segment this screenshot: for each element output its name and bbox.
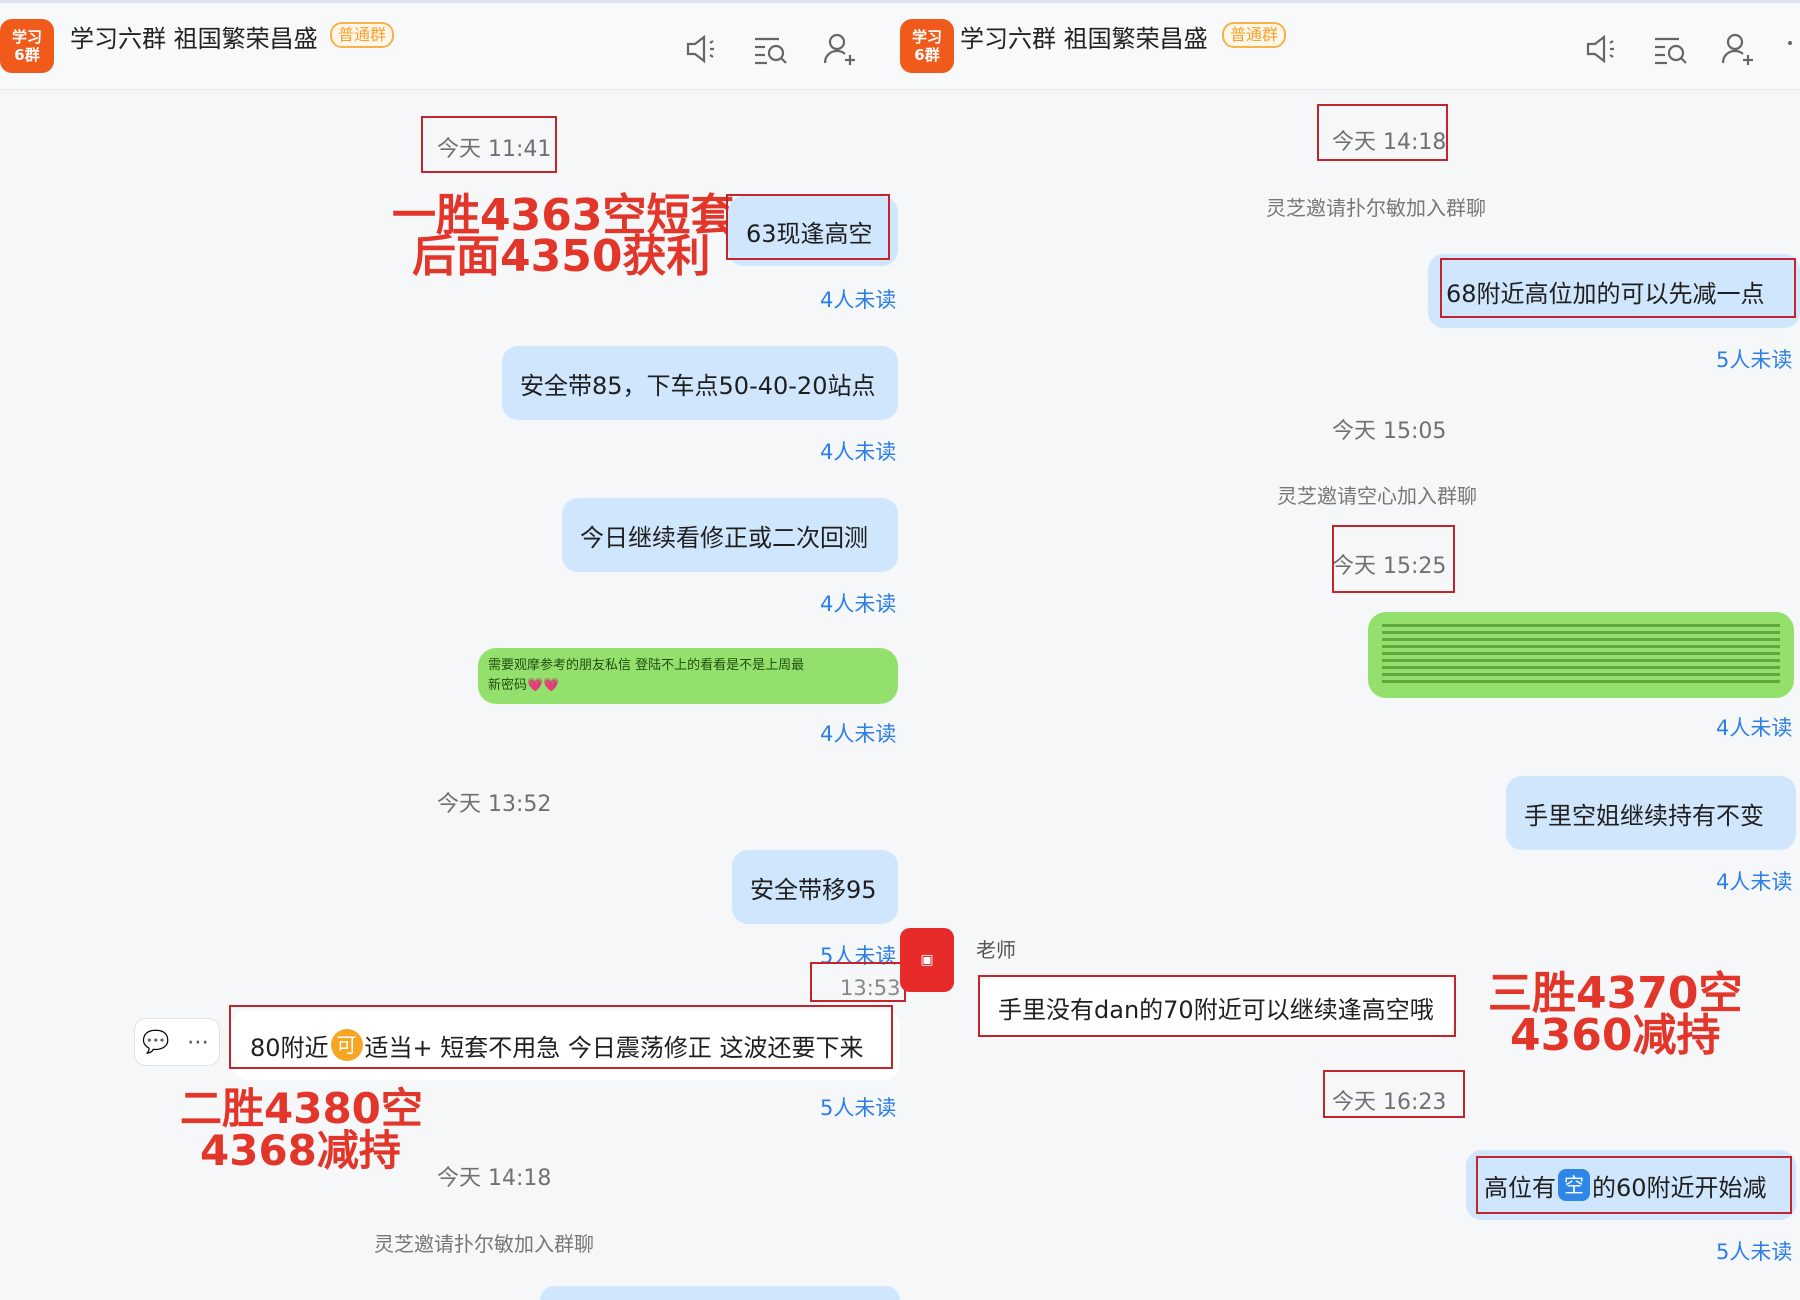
add-user-icon[interactable] — [820, 29, 860, 69]
highlight-box — [1317, 104, 1448, 161]
group-avatar[interactable]: 学习 6群 — [900, 19, 954, 73]
sender-avatar-image: ▣ — [920, 952, 934, 968]
message-text-small: 需要观摩参考的朋友私信 登陆不上的看看是不是上周最 新密码💗💗 — [488, 656, 804, 696]
heart-emoji: 💗💗 — [527, 678, 560, 693]
message-bubble[interactable]: 手里空姐继续持有不变 — [1506, 776, 1796, 850]
unread-count[interactable]: 5人未读 — [820, 1092, 896, 1122]
message-text-line: 需要观摩参考的朋友私信 登陆不上的看看是不是上周最 — [488, 658, 805, 673]
message-bubble[interactable]: 今日继续看修正或二次回测 — [562, 498, 898, 572]
unread-count[interactable]: 4人未读 — [820, 284, 896, 314]
unread-count[interactable]: 4人未读 — [820, 436, 896, 466]
highlight-box — [1323, 1070, 1465, 1118]
system-message: 灵芝邀请空心加入群聊 — [1277, 484, 1477, 508]
message-bubble-image[interactable] — [1368, 612, 1794, 698]
message-text-dense — [1382, 624, 1780, 683]
unread-count[interactable]: 4人未读 — [820, 718, 896, 748]
group-avatar-text: 学习 — [11, 28, 42, 46]
group-type-tag: 普通群 — [1222, 22, 1287, 48]
speaker-muted-icon[interactable] — [682, 29, 722, 69]
highlight-box — [1440, 258, 1796, 318]
system-message: 灵芝邀请扑尔敏加入群聊 — [1266, 196, 1486, 220]
system-message: 灵芝邀请扑尔敏加入群聊 — [374, 1232, 594, 1256]
message-text: 安全带移95 — [750, 875, 877, 904]
sender-name[interactable]: 老师 — [976, 934, 1016, 963]
highlight-box — [421, 116, 557, 173]
unread-count[interactable]: 4人未读 — [1716, 712, 1792, 742]
search-list-icon[interactable] — [1650, 29, 1690, 69]
message-bubble-image[interactable]: 需要观摩参考的朋友私信 登陆不上的看看是不是上周最 新密码💗💗 — [478, 648, 898, 704]
group-avatar-text: 6群 — [914, 46, 940, 64]
timestamp: 今天 14:18 — [437, 1166, 552, 1191]
highlight-box — [229, 1005, 893, 1069]
group-avatar-text: 6群 — [14, 46, 40, 64]
message-text: 今日继续看修正或二次回测 — [580, 523, 868, 552]
timestamp: 今天 15:05 — [1332, 419, 1447, 444]
highlight-box — [978, 975, 1456, 1037]
speaker-muted-icon[interactable] — [1582, 29, 1622, 69]
message-text: 手里空姐继续持有不变 — [1524, 801, 1764, 830]
unread-count[interactable]: 4人未读 — [1716, 866, 1792, 896]
highlight-box — [810, 962, 906, 1002]
annotation-text: 后面4350获利 — [412, 231, 711, 282]
annotation-text: 二胜4380空 — [180, 1084, 423, 1133]
message-actions: 💬 ⋯ — [134, 1018, 220, 1066]
left-chat-header: 学习 6群 学习六群 祖国繁荣昌盛 普通群 — [0, 3, 900, 90]
group-avatar[interactable]: 学习 6群 — [0, 19, 54, 73]
unread-count[interactable]: 5人未读 — [1716, 344, 1792, 374]
unread-count[interactable]: 5人未读 — [1716, 1236, 1792, 1266]
highlight-box — [1332, 525, 1455, 593]
add-user-icon[interactable] — [1718, 29, 1758, 69]
sender-avatar[interactable]: ▣ — [900, 928, 954, 992]
chat-title: 学习六群 祖国繁荣昌盛 — [70, 25, 318, 53]
message-text: 安全带85，下车点50-40-20站点 — [520, 371, 876, 400]
chat-title: 学习六群 祖国繁荣昌盛 — [960, 25, 1208, 53]
more-icon[interactable]: ⋯ — [177, 1030, 219, 1055]
timestamp: 今天 13:52 — [437, 792, 552, 817]
unread-count[interactable]: 4人未读 — [820, 588, 896, 618]
group-type-tag: 普通群 — [330, 22, 395, 48]
more-icon[interactable] — [1788, 41, 1792, 45]
annotation-text: 4368减持 — [200, 1126, 401, 1175]
group-avatar-text: 学习 — [911, 28, 942, 46]
highlight-box — [726, 194, 890, 260]
message-bubble-partial[interactable] — [540, 1286, 900, 1300]
annotation-text: 4360减持 — [1510, 1010, 1721, 1061]
comment-icon[interactable]: 💬 — [135, 1030, 177, 1055]
highlight-box — [1476, 1156, 1792, 1214]
message-bubble[interactable]: 安全带移95 — [732, 850, 898, 924]
message-bubble[interactable]: 安全带85，下车点50-40-20站点 — [502, 346, 898, 420]
right-chat-header: 学习 6群 学习六群 祖国繁荣昌盛 普通群 — [900, 3, 1800, 90]
message-text-line: 新密码 — [488, 678, 528, 693]
search-list-icon[interactable] — [750, 29, 790, 69]
